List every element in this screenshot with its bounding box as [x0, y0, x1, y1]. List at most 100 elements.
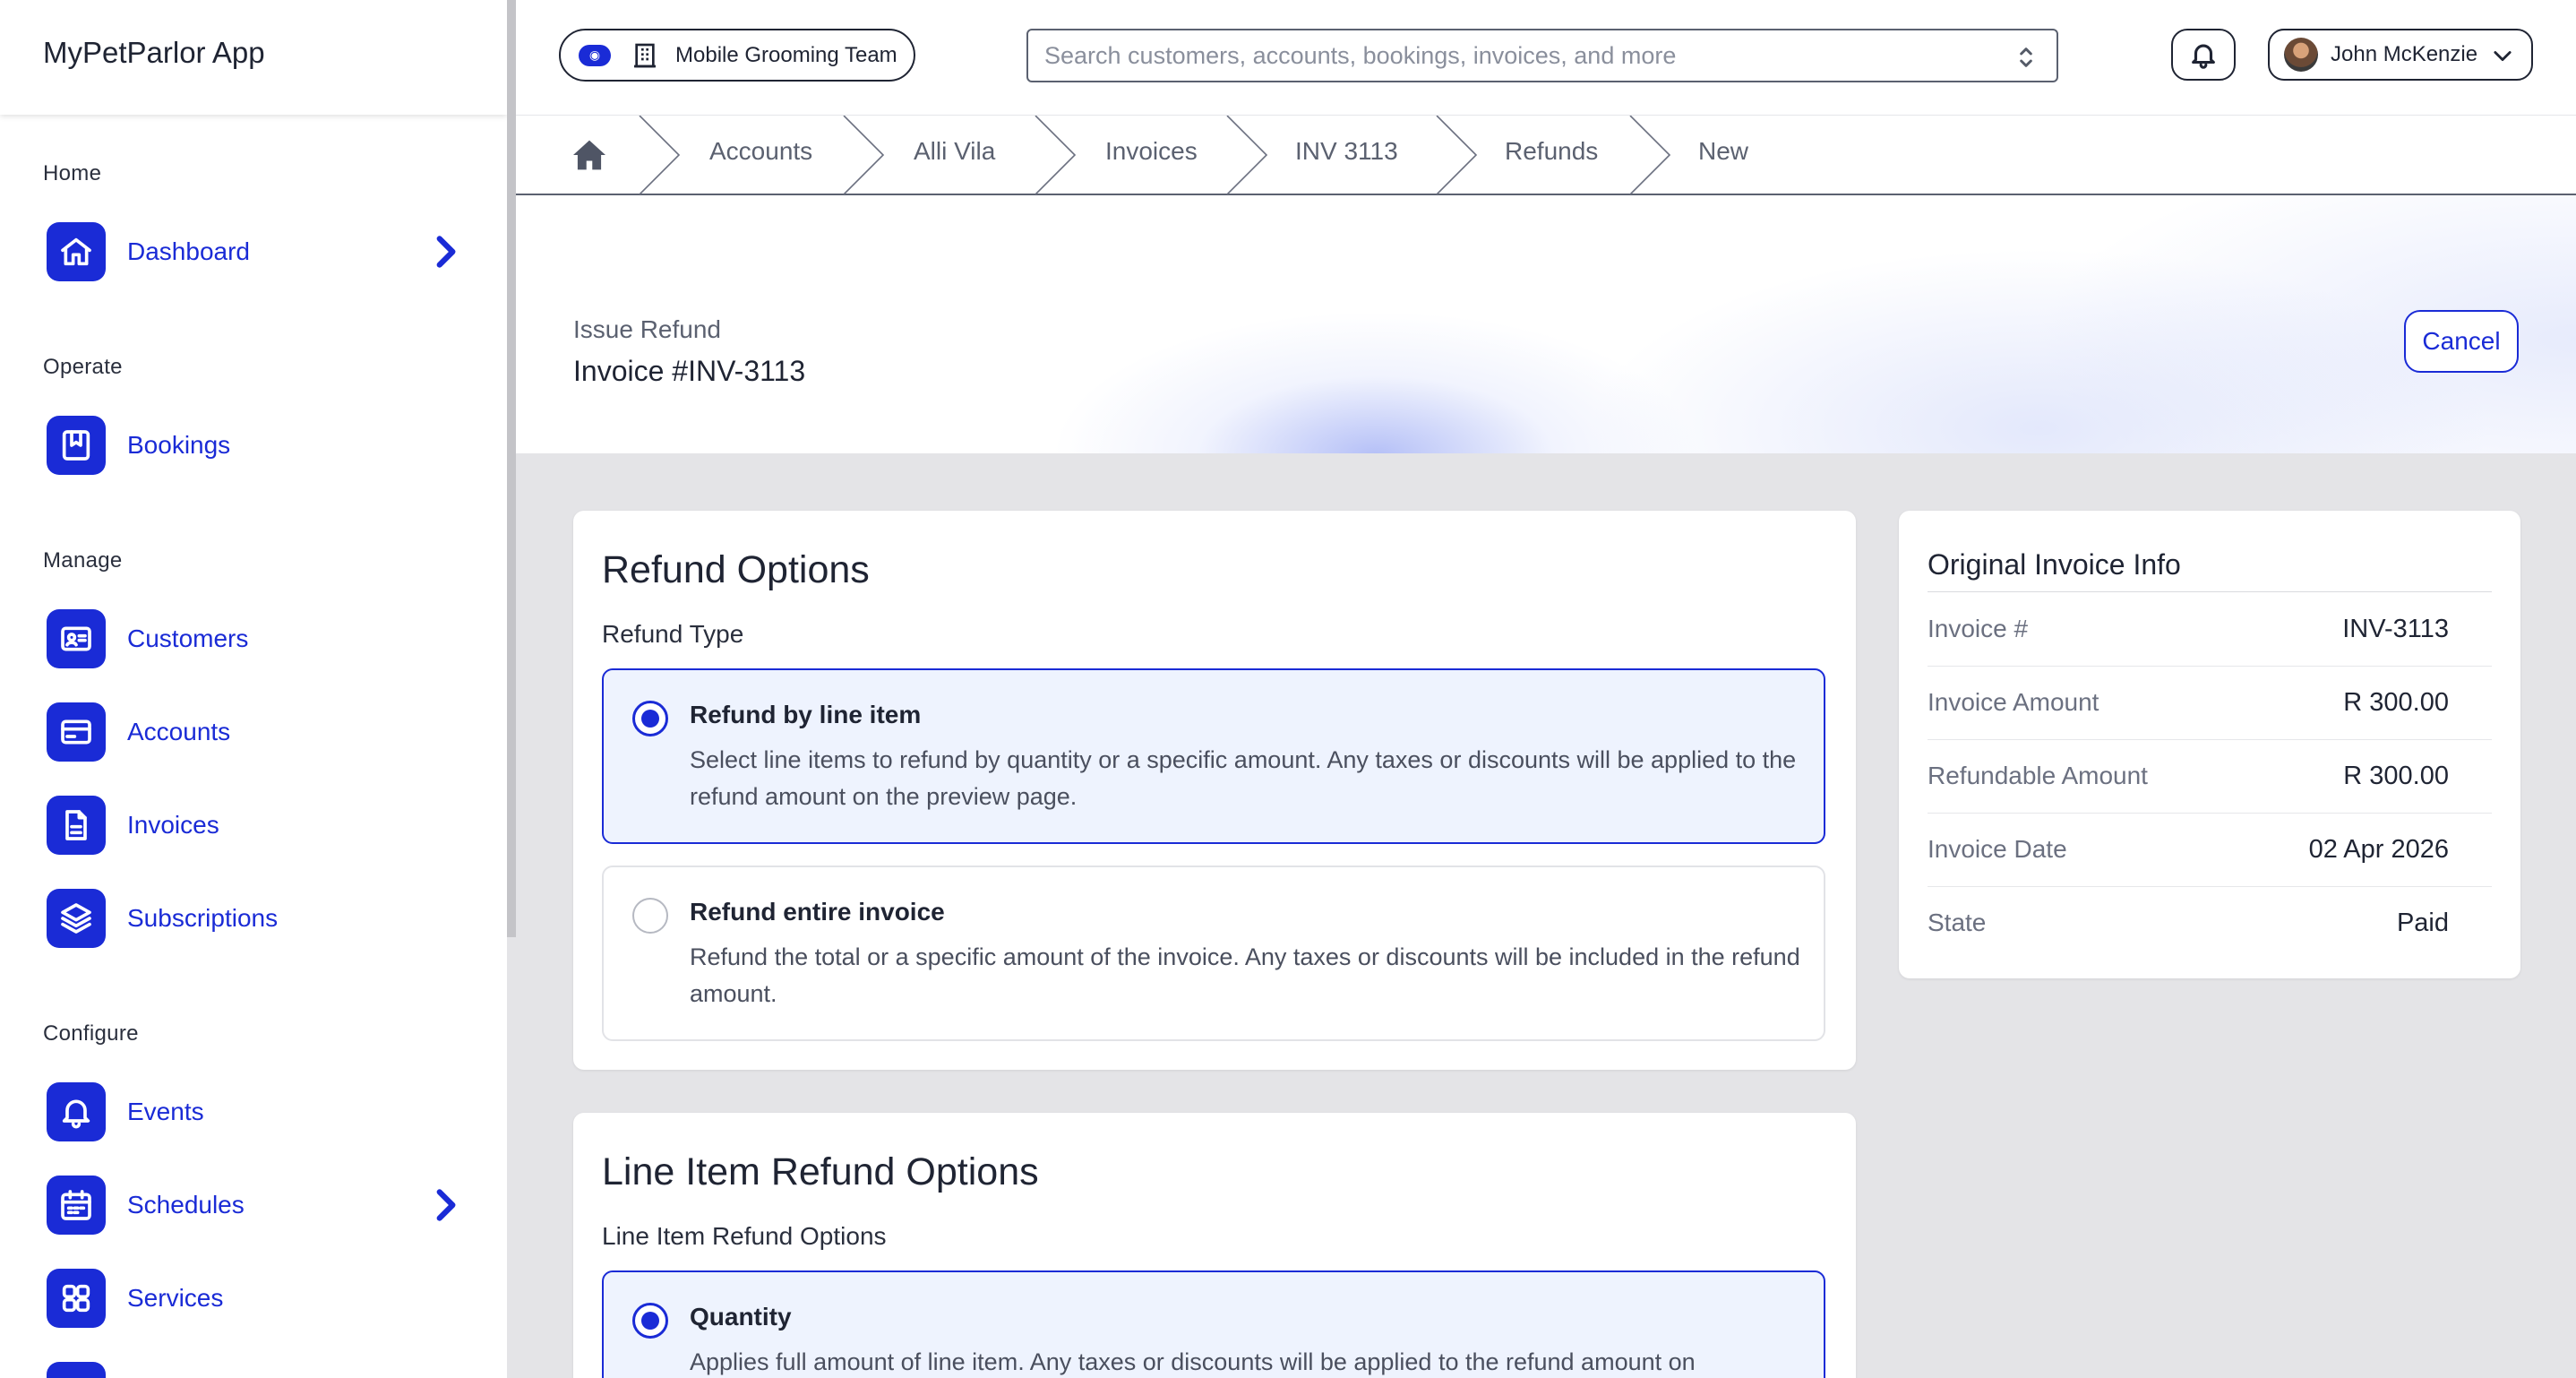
- refund-entire-invoice-option[interactable]: Refund entire invoice Refund the total o…: [602, 866, 1825, 1041]
- bell-icon: [2192, 44, 2215, 69]
- option-description: Refund the total or a specific amount of…: [690, 943, 1800, 1007]
- card-title: Refund Options: [602, 548, 870, 591]
- chevron-down-icon: [2490, 43, 2515, 68]
- refund-by-line-item-option[interactable]: Refund by line item Select line items to…: [602, 668, 1825, 844]
- document-icon: [47, 796, 106, 855]
- sidebar-item-label: Subscriptions: [127, 904, 279, 932]
- sidebar-item-label: Events: [127, 1098, 204, 1125]
- notifications-button[interactable]: [2171, 29, 2236, 81]
- page-eyebrow: Issue Refund: [573, 315, 721, 343]
- bookmark-icon: [47, 416, 106, 475]
- sidebar-item-invoices[interactable]: Invoices: [47, 794, 468, 857]
- field-label: Line Item Refund Options: [602, 1222, 887, 1250]
- card-title: Line Item Refund Options: [602, 1150, 1039, 1193]
- breadcrumb-separator: [842, 115, 885, 195]
- paw-icon: ◉: [579, 44, 611, 66]
- info-key: Invoice Amount: [1928, 688, 2099, 716]
- sidebar: MyPetParlor App Home Dashboard Operate B…: [0, 0, 507, 1378]
- sidebar-item-label: Schedules: [127, 1191, 245, 1219]
- id-card-icon: [47, 609, 106, 668]
- radio-unselected[interactable]: [632, 898, 668, 934]
- user-menu[interactable]: John McKenzie: [2268, 29, 2533, 81]
- sidebar-item-label: Bookings: [127, 431, 231, 459]
- sidebar-item-label: Customers: [127, 624, 249, 652]
- breadcrumb-separator: [1435, 115, 1478, 195]
- sidebar-item-schedules[interactable]: Schedules: [47, 1174, 468, 1236]
- info-row-invoice-date: Invoice Date 02 Apr 2026: [1928, 814, 2492, 887]
- option-title: Quantity: [690, 1303, 792, 1331]
- info-row-state: State Paid: [1928, 887, 2492, 960]
- team-label: Mobile Grooming Team: [675, 42, 897, 67]
- building-icon: [631, 41, 659, 70]
- sidebar-item-label: Dashboard: [127, 237, 250, 265]
- breadcrumb-separator: [1628, 115, 1671, 195]
- sidebar-item-label: Invoices: [127, 811, 219, 839]
- info-key: Invoice Date: [1928, 835, 2067, 863]
- breadcrumb-separator: [638, 115, 681, 195]
- quantity-option[interactable]: Quantity Applies full amount of line ite…: [602, 1270, 1825, 1378]
- home-icon[interactable]: [571, 139, 607, 171]
- layers-icon: [47, 889, 106, 948]
- field-label: Refund Type: [602, 620, 744, 648]
- team-selector[interactable]: ◉ Mobile Grooming Team: [559, 29, 915, 82]
- app-title: MyPetParlor App: [43, 36, 265, 69]
- breadcrumb-item[interactable]: Alli Vila: [914, 137, 995, 166]
- info-value: INV-3113: [2342, 615, 2449, 643]
- bell-icon: [47, 1082, 106, 1141]
- info-value: 02 Apr 2026: [2308, 835, 2449, 864]
- grid-icon: [47, 1269, 106, 1328]
- info-key: Refundable Amount: [1928, 762, 2148, 789]
- sidebar-section-manage: Manage: [43, 548, 123, 573]
- sidebar-section-configure: Configure: [43, 1021, 139, 1046]
- info-value: R 300.00: [2343, 688, 2449, 717]
- page-header: Issue Refund Invoice #INV-3113 Cancel: [516, 195, 2576, 453]
- breadcrumb: Accounts Alli Vila Invoices INV 3113 Ref…: [516, 115, 2576, 195]
- option-description: Applies full amount of line item. Any ta…: [690, 1348, 1696, 1375]
- option-title: Refund by line item: [690, 701, 922, 728]
- sidebar-item-bookings[interactable]: Bookings: [47, 414, 468, 477]
- sidebar-scrollbar[interactable]: [507, 0, 516, 937]
- page-title: Invoice #INV-3113: [573, 355, 806, 387]
- info-key: Invoice #: [1928, 615, 2029, 642]
- breadcrumb-item[interactable]: Accounts: [709, 137, 812, 166]
- chevron-up-down-icon: [2012, 41, 2040, 73]
- refund-options-card: Refund Options Refund Type Refund by lin…: [573, 511, 1856, 1070]
- chevron-right-icon[interactable]: [423, 1183, 468, 1227]
- sidebar-section-operate: Operate: [43, 355, 123, 379]
- chevron-right-icon[interactable]: [423, 229, 468, 274]
- option-description: Select line items to refund by quantity …: [690, 746, 1797, 810]
- info-value: R 300.00: [2343, 762, 2449, 790]
- option-title: Refund entire invoice: [690, 898, 945, 926]
- breadcrumb-item[interactable]: INV 3113: [1295, 137, 1398, 166]
- breadcrumb-separator: [1034, 115, 1077, 195]
- calendar-icon: [47, 1176, 106, 1235]
- sidebar-item-subscriptions[interactable]: Subscriptions: [47, 887, 468, 950]
- credit-card-icon: [47, 702, 106, 762]
- breadcrumb-item[interactable]: Invoices: [1105, 137, 1198, 166]
- breadcrumb-separator: [1225, 115, 1268, 195]
- sidebar-item-more[interactable]: [47, 1360, 468, 1378]
- sidebar-item-services[interactable]: Services: [47, 1267, 468, 1330]
- line-item-refund-options-card: Line Item Refund Options Line Item Refun…: [573, 1113, 1856, 1378]
- breadcrumb-item[interactable]: Refunds: [1505, 137, 1598, 166]
- info-row-invoice-amount: Invoice Amount R 300.00: [1928, 667, 2492, 740]
- info-row-refundable-amount: Refundable Amount R 300.00: [1928, 740, 2492, 814]
- radio-selected[interactable]: [632, 1303, 668, 1339]
- user-name: John McKenzie: [2331, 42, 2478, 66]
- radio-selected[interactable]: [632, 701, 668, 736]
- global-search[interactable]: [1026, 29, 2058, 82]
- sidebar-section-home: Home: [43, 161, 102, 185]
- status-badge: Paid: [2396, 909, 2449, 937]
- sidebar-item-dashboard[interactable]: Dashboard: [47, 220, 468, 283]
- info-row-invoice-number: Invoice # INV-3113: [1928, 593, 2492, 667]
- sidebar-item-customers[interactable]: Customers: [47, 607, 468, 670]
- sidebar-item-accounts[interactable]: Accounts: [47, 701, 468, 763]
- card-title: Original Invoice Info: [1928, 548, 2181, 581]
- sidebar-item-events[interactable]: Events: [47, 1081, 468, 1143]
- cancel-button[interactable]: Cancel: [2404, 310, 2519, 373]
- avatar: [2284, 38, 2318, 72]
- breadcrumb-item-current: New: [1698, 137, 1749, 165]
- search-input[interactable]: [1044, 41, 1994, 70]
- sidebar-item-label: Services: [127, 1284, 224, 1312]
- info-key: State: [1928, 909, 1987, 936]
